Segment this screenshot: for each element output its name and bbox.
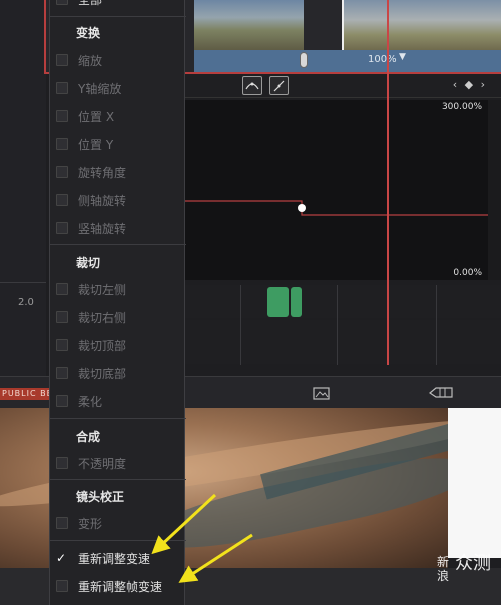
arrow-icon [151, 493, 217, 555]
arrow-icon [178, 533, 253, 583]
annotation-arrows [151, 493, 253, 583]
